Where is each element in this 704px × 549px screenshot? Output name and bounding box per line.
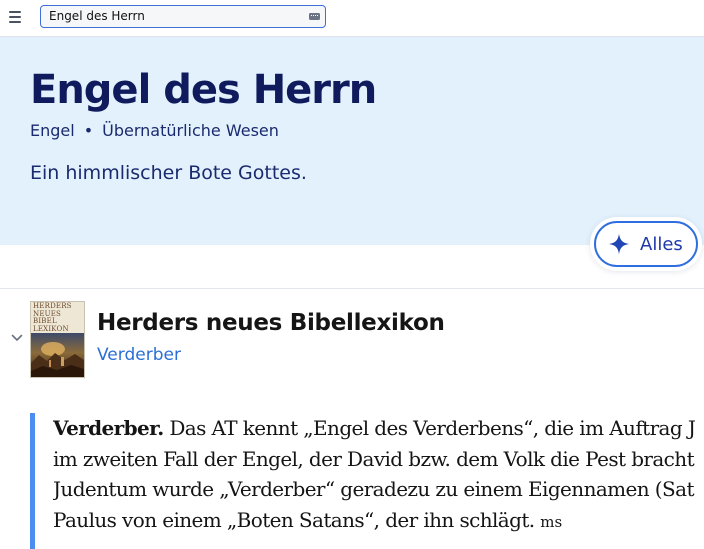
article-line-3: Judentum wurde „Verderber“ geradezu zu e… xyxy=(53,477,694,501)
page-title: Engel des Herrn xyxy=(30,67,377,113)
cover-painting xyxy=(31,333,84,377)
quote-bar xyxy=(30,413,35,549)
topic-description: Ein himmlischer Bote Gottes. xyxy=(30,162,307,184)
book-cover[interactable]: HERDERS NEUES BIBEL LEXIKON xyxy=(30,301,85,378)
article-excerpt: Verderber. Das AT kennt „Engel des Verde… xyxy=(53,413,704,537)
article-line-2: im zweiten Fall der Engel, der David bzw… xyxy=(53,446,695,471)
divider xyxy=(0,288,704,289)
alles-label: Alles xyxy=(640,234,683,255)
article-line-1: Verderber. Das AT kennt „Engel des Verde… xyxy=(53,416,696,440)
article-line-4: Paulus von einem „Boten Satans“, der ihn… xyxy=(53,507,563,532)
search-box[interactable] xyxy=(40,5,326,28)
topic-tags: Engel • Übernatürliche Wesen xyxy=(30,121,279,140)
article-author: ms xyxy=(540,512,563,531)
chevron-down-icon[interactable] xyxy=(11,334,23,342)
resource-title[interactable]: Herders neues Bibellexikon xyxy=(97,310,445,336)
topic-header: Engel des Herrn Engel • Übernatürliche Wes… xyxy=(0,37,704,245)
hamburger-menu-icon[interactable] xyxy=(6,8,24,26)
tag-engel[interactable]: Engel xyxy=(30,121,75,140)
tag-separator: • xyxy=(83,121,94,140)
alles-button[interactable]: Alles xyxy=(594,221,698,267)
article-link[interactable]: Verderber xyxy=(97,345,181,365)
sparkle-icon xyxy=(608,233,630,255)
cover-title: HERDERS NEUES BIBEL LEXIKON xyxy=(33,302,72,333)
top-bar xyxy=(0,0,704,37)
search-input[interactable] xyxy=(49,6,304,26)
keyboard-icon[interactable] xyxy=(309,13,320,20)
tag-uebernatuerliche-wesen[interactable]: Übernatürliche Wesen xyxy=(102,121,279,140)
article-headword: Verderber. xyxy=(53,416,164,440)
